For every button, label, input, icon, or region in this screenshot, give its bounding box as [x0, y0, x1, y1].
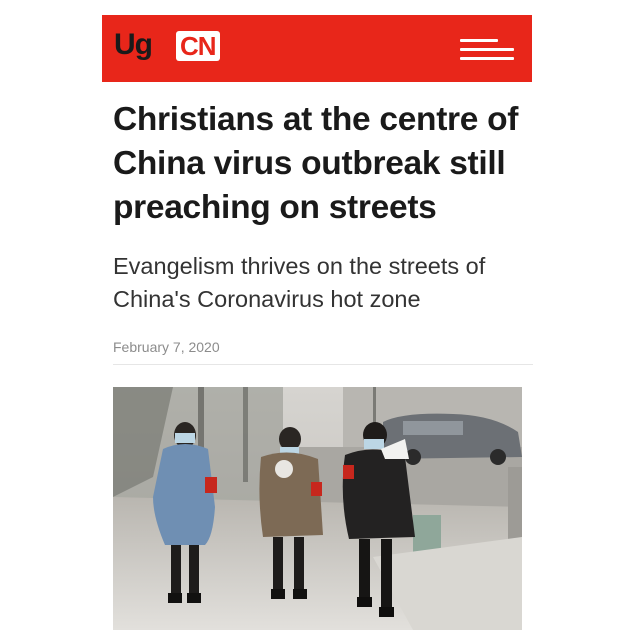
photo-illustration — [113, 387, 522, 630]
hamburger-menu-icon[interactable] — [460, 37, 514, 61]
divider — [113, 364, 533, 365]
page: Ug CN Christians at the centre of China … — [0, 0, 640, 640]
article-photo[interactable] — [113, 387, 522, 630]
site-logo[interactable]: Ug CN — [114, 30, 234, 68]
article-headline[interactable]: Christians at the centre of China virus … — [113, 98, 533, 230]
site-header: Ug CN — [102, 15, 532, 82]
menu-line-middle — [460, 48, 514, 51]
menu-line-bottom — [460, 57, 514, 60]
logo-cn-badge: CN — [176, 31, 220, 61]
menu-line-top — [460, 39, 498, 42]
article-date: February 7, 2020 — [113, 339, 220, 355]
article-subheadline: Evangelism thrives on the streets of Chi… — [113, 253, 486, 312]
logo-ug-text: Ug — [114, 28, 153, 61]
